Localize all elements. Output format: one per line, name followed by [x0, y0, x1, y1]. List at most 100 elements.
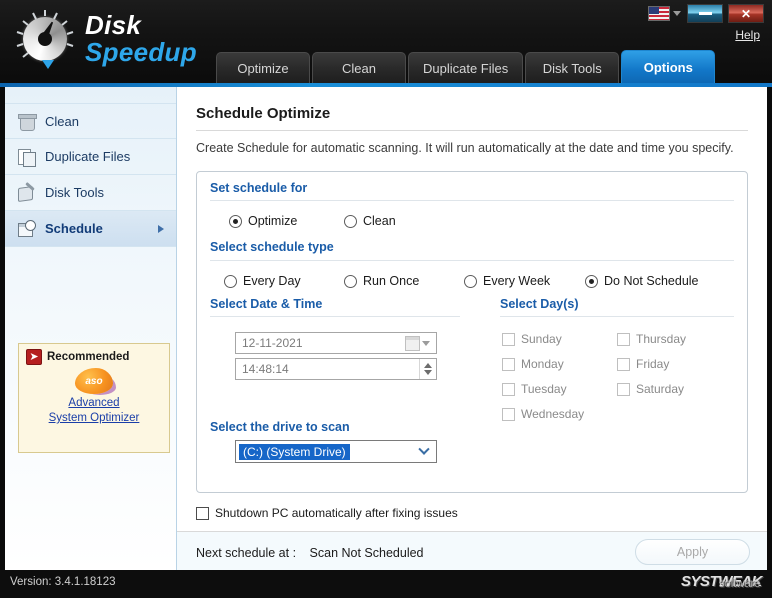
language-selector[interactable] — [647, 5, 682, 22]
calendar-clock-icon — [17, 220, 36, 237]
page-description: Create Schedule for automatic scanning. … — [196, 141, 734, 155]
checkbox-indicator — [617, 332, 630, 346]
checkbox-label: Wednesday — [521, 407, 585, 421]
time-spinner[interactable] — [419, 359, 435, 379]
time-picker[interactable]: 14:48:14 — [235, 358, 437, 380]
version-label: Version: 3.4.1.18123 — [10, 576, 116, 588]
app-title: Disk Speedup — [85, 12, 197, 67]
tab-optimize[interactable]: Optimize — [216, 52, 310, 83]
gauge-hub — [38, 32, 52, 46]
checkbox-label: Tuesday — [521, 382, 567, 396]
checkbox-day-thursday[interactable]: Thursday — [617, 332, 686, 346]
apply-button[interactable]: Apply — [635, 539, 750, 565]
drive-select[interactable]: (C:) (System Drive) — [235, 440, 437, 463]
radio-schedule-every-week[interactable]: Every Week — [464, 274, 550, 288]
divider — [210, 316, 460, 317]
systweak-watermark: SYSTWEAK software — [681, 573, 763, 590]
checkbox-day-tuesday[interactable]: Tuesday — [502, 382, 567, 396]
checkbox-indicator — [502, 332, 515, 346]
aso-logo-text: aso — [85, 375, 103, 387]
checkbox-indicator — [502, 382, 515, 396]
sidebar: Clean Duplicate Files Disk Tools Schedul… — [5, 87, 182, 598]
checkbox-day-saturday[interactable]: Saturday — [617, 382, 684, 396]
tab-clean[interactable]: Clean — [312, 52, 406, 83]
recommended-badge-label: Recommended — [47, 351, 130, 363]
radio-indicator — [229, 214, 242, 228]
checkbox-label: Friday — [636, 357, 670, 371]
checkbox-day-sunday[interactable]: Sunday — [502, 332, 562, 346]
schedule-settings-box: Set schedule for Optimize Clean Select s… — [196, 171, 748, 493]
divider — [210, 260, 734, 261]
chevron-down-icon — [422, 340, 430, 346]
advanced-system-optimizer-link-line2[interactable]: System Optimizer — [19, 411, 169, 426]
set-schedule-for-label: Set schedule for — [210, 181, 308, 195]
select-drive-label: Select the drive to scan — [210, 420, 350, 434]
checkbox-label: Shutdown PC automatically after fixing i… — [215, 506, 458, 520]
tab-options[interactable]: Options — [621, 50, 716, 83]
sidebar-item-clean[interactable]: Clean — [5, 103, 176, 139]
app-title-line2: Speedup — [85, 36, 197, 67]
divider — [500, 316, 734, 317]
documents-icon — [17, 148, 36, 167]
checkbox-indicator — [196, 506, 209, 520]
next-schedule-status: Next schedule at : Scan Not Scheduled — [196, 546, 424, 560]
checkbox-label: Thursday — [636, 332, 687, 346]
status-bar — [0, 570, 772, 598]
radio-label: Optimize — [248, 214, 298, 228]
checkbox-indicator — [617, 382, 630, 396]
close-button[interactable]: ✕ — [728, 4, 764, 23]
select-days-label: Select Day(s) — [500, 297, 579, 311]
spinner-down-icon[interactable] — [423, 370, 432, 375]
tab-disk-tools[interactable]: Disk Tools — [525, 52, 620, 83]
app-title-line1: Disk — [85, 9, 142, 40]
radio-target-clean[interactable]: Clean — [344, 214, 396, 228]
radio-schedule-run-once[interactable]: Run Once — [344, 274, 419, 288]
minimize-button[interactable] — [687, 4, 723, 23]
sidebar-item-schedule[interactable]: Schedule — [5, 211, 176, 247]
divider — [210, 200, 734, 201]
recommended-header: ➤ Recommended — [19, 344, 169, 365]
radio-label: Clean — [363, 214, 396, 228]
help-link[interactable]: Help — [735, 28, 760, 42]
tab-duplicate-files[interactable]: Duplicate Files — [408, 52, 524, 83]
disk-tools-icon — [17, 184, 36, 201]
radio-target-optimize[interactable]: Optimize — [229, 214, 297, 228]
radio-schedule-every-day[interactable]: Every Day — [224, 274, 301, 288]
radio-schedule-do-not-schedule[interactable]: Do Not Schedule — [585, 274, 699, 288]
date-picker[interactable]: 12-11-2021 — [235, 332, 437, 354]
sidebar-item-label: Disk Tools — [45, 185, 105, 200]
radio-indicator — [344, 214, 357, 228]
sidebar-item-duplicate-files[interactable]: Duplicate Files — [5, 139, 176, 175]
radio-label: Do Not Schedule — [604, 274, 699, 288]
advanced-system-optimizer-link-line1[interactable]: Advanced — [19, 396, 169, 411]
sidebar-item-disk-tools[interactable]: Disk Tools — [5, 175, 176, 211]
next-schedule-value: Scan Not Scheduled — [309, 546, 424, 560]
red-arrow-icon: ➤ — [26, 349, 42, 365]
spinner-up-icon[interactable] — [423, 363, 432, 368]
sidebar-item-label: Duplicate Files — [45, 149, 131, 164]
window-controls: ✕ — [647, 4, 764, 23]
aso-product-logo: aso — [75, 368, 113, 394]
checkbox-indicator — [502, 357, 515, 371]
us-flag-icon — [648, 6, 670, 21]
radio-indicator — [464, 274, 477, 288]
checkbox-label: Saturday — [636, 382, 685, 396]
minimize-icon — [698, 12, 712, 15]
radio-label: Every Week — [483, 274, 551, 288]
radio-label: Run Once — [363, 274, 420, 288]
recommended-promo-panel[interactable]: ➤ Recommended aso Advanced System Optimi… — [18, 343, 170, 453]
date-value: 12-11-2021 — [242, 336, 303, 350]
checkbox-day-wednesday[interactable]: Wednesday — [502, 407, 584, 421]
drive-selected-value: (C:) (System Drive) — [239, 443, 350, 460]
checkbox-day-friday[interactable]: Friday — [617, 357, 669, 371]
checkbox-shutdown-after-fixing[interactable]: Shutdown PC automatically after fixing i… — [196, 506, 458, 520]
checkbox-indicator — [502, 407, 515, 421]
checkbox-day-monday[interactable]: Monday — [502, 357, 564, 371]
next-schedule-label: Next schedule at : — [196, 546, 297, 560]
calendar-icon — [405, 335, 420, 351]
checkbox-indicator — [617, 357, 630, 371]
page-title: Schedule Optimize — [196, 105, 331, 122]
chevron-down-icon — [418, 443, 430, 455]
content-panel: Schedule Optimize Create Schedule for au… — [177, 87, 767, 570]
chevron-right-icon — [158, 224, 164, 233]
